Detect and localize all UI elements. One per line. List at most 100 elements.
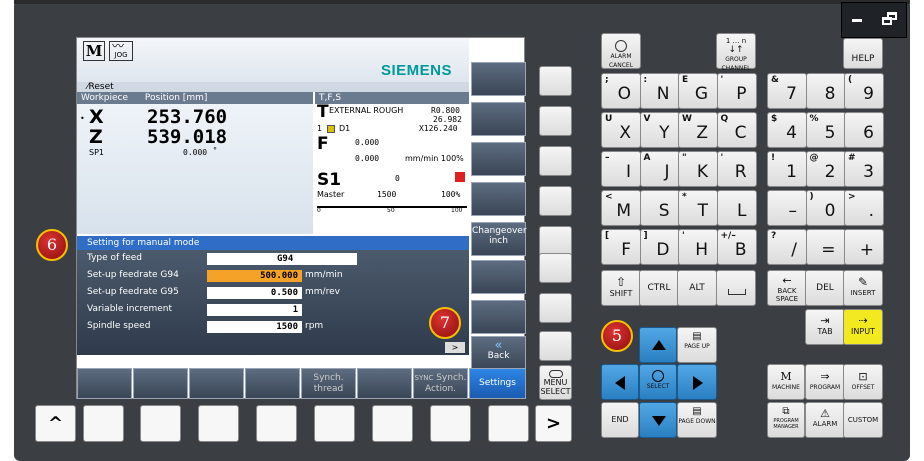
- changeover-inch-softkey[interactable]: Changeover inch: [471, 222, 527, 256]
- num-key-6[interactable]: 6: [844, 112, 884, 148]
- space-key[interactable]: [716, 270, 756, 306]
- num-key-2[interactable]: @2: [805, 151, 846, 187]
- menu-select-key[interactable]: MENU SELECT: [539, 365, 572, 400]
- num-key-equals[interactable]: =: [805, 229, 846, 265]
- num-key-3[interactable]: #3: [844, 151, 884, 187]
- side-key-1[interactable]: [539, 66, 572, 96]
- bottom-softkey-8[interactable]: [488, 405, 529, 442]
- next-key[interactable]: >: [535, 405, 572, 442]
- side-key-5[interactable]: [539, 226, 572, 256]
- alpha-key-t[interactable]: * T: [678, 190, 718, 226]
- bottom-softkey-5[interactable]: [314, 405, 355, 442]
- alarm-key[interactable]: ⚠ ALARM: [805, 402, 845, 438]
- alpha-key-p[interactable]: ' P: [716, 73, 757, 109]
- alpha-key-j[interactable]: AJ: [639, 151, 680, 187]
- offset-key[interactable]: ⊡ OFFSET: [843, 364, 883, 400]
- alpha-key-k[interactable]: " K: [678, 151, 718, 187]
- hsk-2[interactable]: [133, 368, 188, 399]
- more-arrow-button[interactable]: >: [445, 342, 465, 353]
- side-key-6[interactable]: [539, 253, 572, 283]
- num-key-9[interactable]: (9: [844, 73, 884, 109]
- alpha-key-m[interactable]: < M: [601, 190, 641, 226]
- insert-key[interactable]: ✎ INSERT: [843, 270, 883, 306]
- program-manager-key[interactable]: ⧉ PROGRAM MANAGER: [767, 402, 805, 438]
- minimize-icon[interactable]: [852, 19, 862, 22]
- bottom-softkey-4[interactable]: [256, 405, 297, 442]
- num-key-5[interactable]: % 5: [805, 112, 846, 148]
- num-key-slash[interactable]: ? /: [767, 229, 807, 265]
- end-key[interactable]: END: [601, 402, 639, 438]
- page-down-key[interactable]: ▤ PAGE DOWN: [677, 402, 717, 438]
- feedrate-g94-field[interactable]: 500.000: [207, 270, 302, 282]
- alarm-cancel-key[interactable]: ALARM CANCEL: [601, 33, 641, 69]
- alpha-key-l[interactable]: L: [716, 190, 757, 226]
- alpha-key-x[interactable]: UX: [601, 112, 641, 148]
- synch-action-softkey[interactable]: SYNC Synch. Action.: [413, 368, 468, 399]
- side-key-2[interactable]: [539, 106, 572, 136]
- alpha-key-z[interactable]: WZ: [678, 112, 718, 148]
- num-key-8[interactable]: 8: [805, 73, 846, 109]
- page-up-key[interactable]: ▤ PAGE UP: [677, 327, 717, 363]
- restore-icon[interactable]: [882, 12, 898, 26]
- alpha-key-o[interactable]: ; O: [601, 73, 641, 109]
- vsk-3[interactable]: [471, 142, 526, 176]
- alpha-key-h[interactable]: ' H: [678, 229, 718, 265]
- bottom-softkey-3[interactable]: [198, 405, 239, 442]
- alpha-key-s[interactable]: S: [639, 190, 680, 226]
- settings-softkey[interactable]: Settings: [469, 368, 526, 399]
- hsk-6[interactable]: [357, 368, 412, 399]
- side-key-4[interactable]: [539, 186, 572, 216]
- backspace-key[interactable]: ← BACK SPACE: [767, 270, 807, 306]
- hsk-3[interactable]: [189, 368, 244, 399]
- left-arrow-key[interactable]: [601, 364, 639, 400]
- type-of-feed-field[interactable]: G94: [207, 253, 357, 265]
- feedrate-g95-field[interactable]: 0.500: [207, 287, 302, 299]
- right-arrow-key[interactable]: [677, 364, 717, 400]
- bottom-softkey-7[interactable]: [430, 405, 471, 442]
- bottom-softkey-6[interactable]: [372, 405, 413, 442]
- shift-key[interactable]: ⇧ SHIFT: [601, 270, 641, 306]
- back-softkey[interactable]: « Back: [471, 336, 526, 370]
- hsk-1[interactable]: [77, 368, 132, 399]
- alpha-key-i[interactable]: – I: [601, 151, 641, 187]
- program-key[interactable]: ⇒ PROGRAM: [805, 364, 845, 400]
- num-key-4[interactable]: $4: [767, 112, 807, 148]
- caret-up-key[interactable]: ^: [35, 405, 76, 442]
- vsk-7[interactable]: [471, 300, 526, 334]
- vsk-1[interactable]: [471, 62, 526, 96]
- side-key-7[interactable]: [539, 293, 572, 323]
- num-key-plus[interactable]: +: [844, 229, 884, 265]
- alpha-key-n[interactable]: :N: [639, 73, 680, 109]
- del-key[interactable]: DEL: [805, 270, 845, 306]
- input-key[interactable]: ⇢ INPUT: [843, 309, 883, 345]
- alpha-key-c[interactable]: QC: [716, 112, 757, 148]
- num-key-0[interactable]: ) 0: [805, 190, 846, 226]
- variable-increment-field[interactable]: 1: [207, 304, 302, 316]
- num-key-minus[interactable]: –: [767, 190, 807, 226]
- alpha-key-b[interactable]: +/– B: [716, 229, 757, 265]
- up-arrow-key[interactable]: [639, 327, 677, 363]
- hsk-4[interactable]: [245, 368, 300, 399]
- spindle-speed-field[interactable]: 1500: [207, 321, 302, 333]
- machine-key[interactable]: M MACHINE: [767, 364, 805, 400]
- group-channel-key[interactable]: 1 … n ↓↑ GROUP CHANNEL: [716, 33, 756, 72]
- side-key-8[interactable]: [539, 331, 572, 361]
- alpha-key-r[interactable]: ' R: [716, 151, 757, 187]
- num-key-1[interactable]: ! 1: [767, 151, 807, 187]
- side-key-3[interactable]: [539, 146, 572, 176]
- ctrl-key[interactable]: CTRL: [639, 270, 679, 306]
- alpha-key-g[interactable]: EG: [678, 73, 718, 109]
- bottom-softkey-1[interactable]: [83, 405, 124, 442]
- alpha-key-d[interactable]: ] D: [639, 229, 680, 265]
- vsk-4[interactable]: [471, 182, 526, 216]
- custom-key[interactable]: CUSTOM: [843, 402, 883, 438]
- alpha-key-y[interactable]: VY: [639, 112, 680, 148]
- down-arrow-key[interactable]: [639, 402, 677, 438]
- num-key-dot[interactable]: >.: [844, 190, 884, 226]
- vsk-6[interactable]: [471, 260, 526, 294]
- synch-thread-softkey[interactable]: Synch. thread: [301, 368, 356, 399]
- num-key-7[interactable]: & 7: [767, 73, 807, 109]
- select-key[interactable]: SELECT: [639, 364, 677, 400]
- bottom-softkey-2[interactable]: [140, 405, 181, 442]
- vsk-2[interactable]: [471, 102, 526, 136]
